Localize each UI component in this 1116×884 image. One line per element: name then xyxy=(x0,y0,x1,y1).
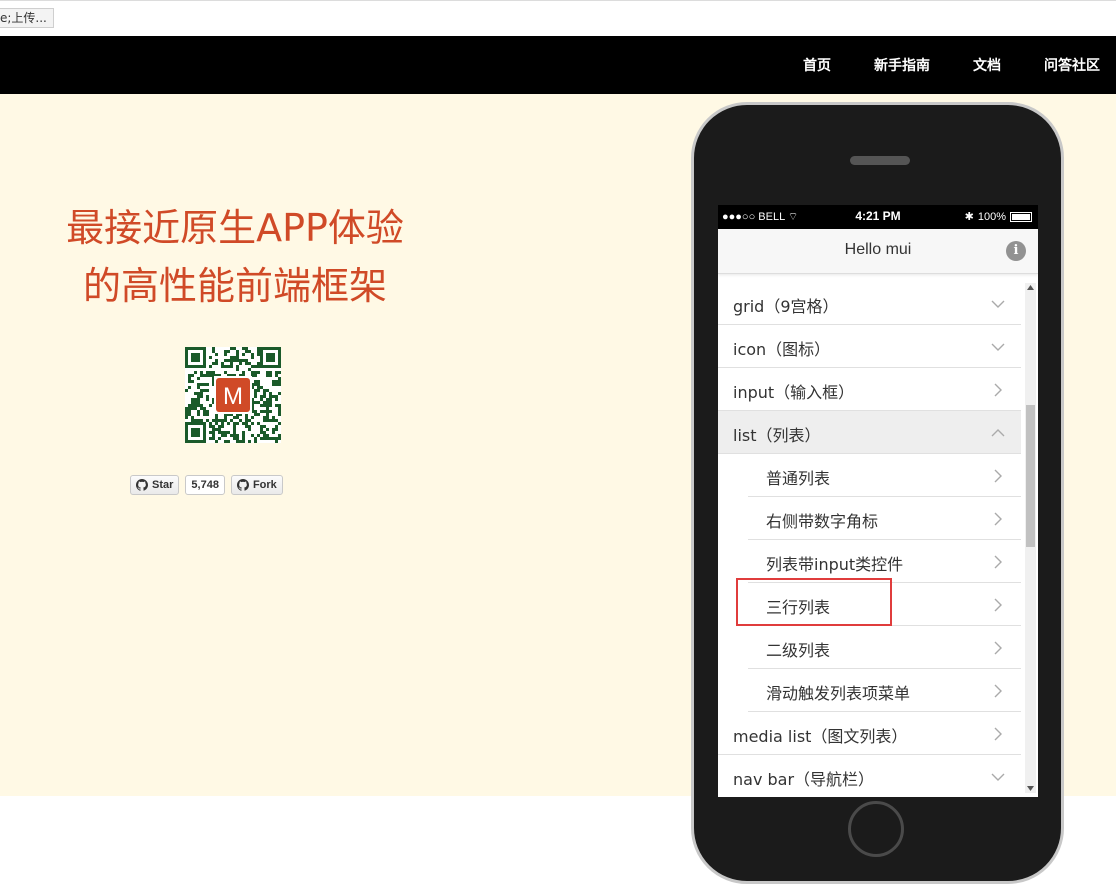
chevron-down-icon xyxy=(991,339,1005,358)
list-item-three-line-list[interactable]: 三行列表 xyxy=(748,583,1021,626)
list-item-media-list[interactable]: media list（图文列表） xyxy=(718,712,1021,755)
list-item-input-list[interactable]: 列表带input类控件 xyxy=(748,540,1021,583)
phone-speaker xyxy=(850,156,910,165)
top-navbar: 首页 新手指南 文档 问答社区 xyxy=(0,36,1116,94)
list-item-plain-list[interactable]: 普通列表 xyxy=(748,454,1021,497)
chevron-up-icon xyxy=(991,425,1005,444)
github-star-button[interactable]: Star xyxy=(130,475,180,495)
battery-indicator: ✱ 100% xyxy=(965,210,1032,223)
nav-link-guide[interactable]: 新手指南 xyxy=(874,55,930,75)
chevron-right-icon xyxy=(991,468,1005,487)
chevron-right-icon xyxy=(991,597,1005,616)
qr-code: M xyxy=(185,347,281,443)
list-item-nav-bar[interactable]: nav bar（导航栏） xyxy=(718,755,1021,797)
chevron-right-icon xyxy=(991,640,1005,659)
chevron-right-icon xyxy=(991,382,1005,401)
list-item-swipe-menu-list[interactable]: 滑动触发列表项菜单 xyxy=(748,669,1021,712)
app-title: Hello mui xyxy=(844,241,912,258)
github-star-count[interactable]: 5,748 xyxy=(185,475,225,495)
chevron-right-icon xyxy=(991,511,1005,530)
scroll-up-arrow[interactable] xyxy=(1027,285,1034,290)
phone-screen: ●●●○○ BELL ⌔ 4:21 PM ✱ 100% Hello mui i … xyxy=(718,205,1038,797)
headline-line-1: 最接近原生APP体验 xyxy=(66,206,404,250)
chevron-down-icon xyxy=(991,296,1005,315)
scrollbar[interactable] xyxy=(1025,283,1036,793)
nav-link-docs[interactable]: 文档 xyxy=(973,55,1001,75)
battery-icon xyxy=(1010,211,1032,222)
chevron-right-icon xyxy=(991,726,1005,745)
github-icon xyxy=(136,479,148,491)
list-item-badge-list[interactable]: 右侧带数字角标 xyxy=(748,497,1021,540)
ios-status-bar: ●●●○○ BELL ⌔ 4:21 PM ✱ 100% xyxy=(718,205,1038,229)
chevron-right-icon xyxy=(991,683,1005,702)
component-list: grid（9宫格） icon（图标） input（输入框） list（列表） 普… xyxy=(718,282,1021,797)
github-star-label: Star xyxy=(152,479,174,491)
list-item-list[interactable]: list（列表） xyxy=(718,411,1021,454)
headline-line-2: 的高性能前端框架 xyxy=(82,264,387,308)
list-item-secondary-list[interactable]: 二级列表 xyxy=(748,626,1021,669)
list-item-grid[interactable]: grid（9宫格） xyxy=(718,282,1021,325)
list-item-input[interactable]: input（输入框） xyxy=(718,368,1021,411)
github-icon xyxy=(236,479,249,491)
github-fork-label: Fork xyxy=(252,479,277,491)
scroll-thumb[interactable] xyxy=(1026,405,1035,547)
list-item-icon[interactable]: icon（图标） xyxy=(718,325,1021,368)
scroll-down-arrow[interactable] xyxy=(1027,786,1034,791)
bluetooth-icon: ✱ xyxy=(964,211,974,223)
phone-home-button xyxy=(848,801,904,857)
app-header: Hello mui i xyxy=(718,229,1038,274)
chevron-right-icon xyxy=(991,554,1005,573)
chevron-down-icon xyxy=(991,769,1005,788)
battery-percent: 100% xyxy=(977,210,1006,223)
browser-status-bar: e;上传... xyxy=(0,0,1116,37)
github-fork-button[interactable]: Fork xyxy=(230,475,283,495)
nav-links: 首页 新手指南 文档 问答社区 xyxy=(760,36,1100,94)
browser-status-text: e;上传... xyxy=(0,8,54,28)
github-buttons: Star 5,748 Fork xyxy=(130,475,283,495)
hero-headline: 最接近原生APP体验 的高性能前端框架 xyxy=(30,199,440,315)
qr-logo: M xyxy=(223,383,243,410)
nav-link-community[interactable]: 问答社区 xyxy=(1044,55,1100,75)
info-icon[interactable]: i xyxy=(1006,241,1026,261)
nav-link-home[interactable]: 首页 xyxy=(803,55,831,75)
